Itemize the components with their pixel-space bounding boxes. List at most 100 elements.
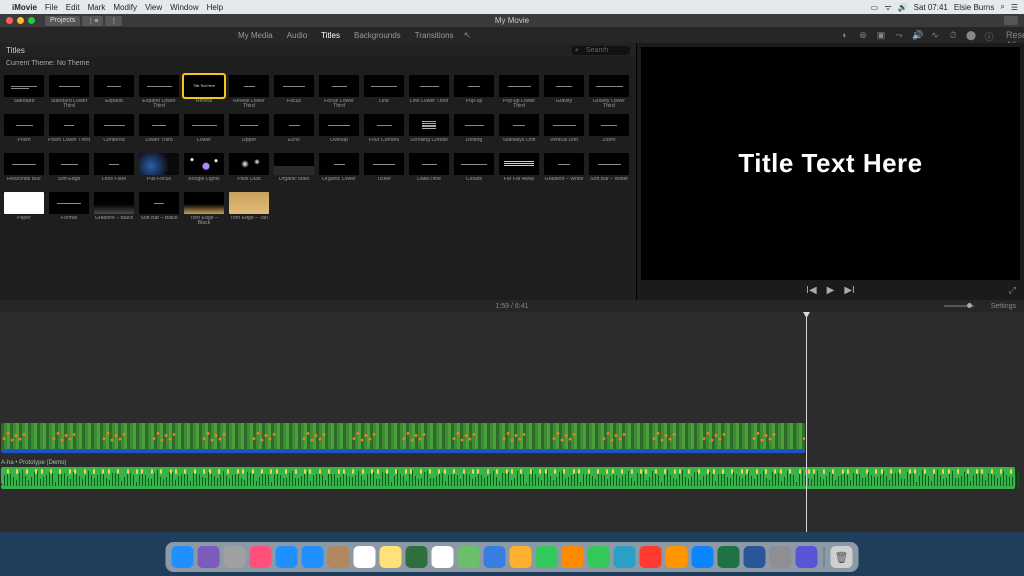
title-item[interactable]: Title Text HereReveal bbox=[184, 75, 224, 110]
title-thumbnail[interactable] bbox=[94, 192, 134, 214]
title-item[interactable]: Line bbox=[364, 75, 404, 110]
title-thumbnail[interactable] bbox=[364, 153, 404, 175]
title-item[interactable]: Vertical Drift bbox=[544, 114, 584, 149]
next-frame-button[interactable]: ▶I bbox=[844, 285, 854, 296]
title-thumbnail[interactable] bbox=[454, 75, 494, 97]
menu-view[interactable]: View bbox=[145, 3, 162, 12]
dock-app-calendar[interactable] bbox=[354, 546, 376, 568]
info-tool-icon[interactable]: ⓘ bbox=[984, 30, 994, 40]
title-thumbnail[interactable] bbox=[184, 153, 224, 175]
crop-icon[interactable]: ▣ bbox=[876, 30, 886, 40]
search-input[interactable]: Search bbox=[572, 46, 630, 55]
dock-app-safari-compass[interactable] bbox=[198, 546, 220, 568]
dock-app-facetime[interactable] bbox=[588, 546, 610, 568]
title-item[interactable]: Standard bbox=[4, 75, 44, 110]
dock-app-maps[interactable] bbox=[458, 546, 480, 568]
title-thumbnail[interactable] bbox=[229, 114, 269, 136]
title-thumbnail[interactable] bbox=[139, 192, 179, 214]
title-thumbnail[interactable] bbox=[274, 153, 314, 175]
preview-canvas[interactable]: Title Text Here bbox=[641, 47, 1020, 280]
stabilize-icon[interactable]: ⤳ bbox=[894, 30, 904, 40]
filter-tool-icon[interactable]: ⬤ bbox=[966, 30, 976, 40]
title-item[interactable]: Line Lower Third bbox=[409, 75, 449, 110]
title-thumbnail[interactable] bbox=[49, 75, 89, 97]
dock-app-clock[interactable] bbox=[406, 546, 428, 568]
noise-tool-icon[interactable]: ∿ bbox=[930, 30, 940, 40]
title-thumbnail[interactable] bbox=[94, 153, 134, 175]
title-thumbnail[interactable] bbox=[319, 153, 359, 175]
menubar-user[interactable]: Elsie Burns bbox=[954, 3, 994, 12]
minimize-window-button[interactable] bbox=[17, 17, 24, 24]
title-item[interactable]: Expand Lower Third bbox=[139, 75, 179, 110]
title-thumbnail[interactable] bbox=[499, 75, 539, 97]
dock-app-photos[interactable] bbox=[250, 546, 272, 568]
title-item[interactable]: Boogie Lights bbox=[184, 153, 224, 188]
menu-mark[interactable]: Mark bbox=[88, 3, 106, 12]
title-item[interactable]: Gravity Lower Third bbox=[589, 75, 629, 110]
dock-app-help[interactable] bbox=[770, 546, 792, 568]
title-thumbnail[interactable] bbox=[229, 192, 269, 214]
title-thumbnail[interactable] bbox=[49, 192, 89, 214]
title-item[interactable]: Sideways Drift bbox=[499, 114, 539, 149]
title-item[interactable]: Echo bbox=[274, 114, 314, 149]
title-thumbnail[interactable] bbox=[364, 114, 404, 136]
timeline[interactable]: A-ha • Prototype (Demo) bbox=[0, 312, 1024, 532]
title-thumbnail[interactable] bbox=[544, 153, 584, 175]
title-item[interactable]: Date/Time bbox=[409, 153, 449, 188]
dock-app-finder[interactable] bbox=[172, 546, 194, 568]
speed-tool-icon[interactable]: ⏱ bbox=[948, 30, 958, 40]
title-thumbnail[interactable] bbox=[4, 114, 44, 136]
reset-all-button[interactable]: Reset All bbox=[1006, 30, 1016, 40]
title-thumbnail[interactable] bbox=[589, 114, 629, 136]
menu-window[interactable]: Window bbox=[170, 3, 198, 12]
dock-app-safari[interactable] bbox=[276, 546, 298, 568]
title-thumbnail[interactable] bbox=[184, 114, 224, 136]
title-item[interactable]: Organic Lower bbox=[319, 153, 359, 188]
title-item[interactable]: Formal bbox=[49, 192, 89, 227]
dock-app-excel[interactable] bbox=[718, 546, 740, 568]
dock-app-app2[interactable] bbox=[614, 546, 636, 568]
dock-app-photobooth[interactable] bbox=[510, 546, 532, 568]
title-item[interactable]: Reveal Lower Third bbox=[229, 75, 269, 110]
dock-app-mail[interactable] bbox=[302, 546, 324, 568]
title-thumbnail[interactable] bbox=[499, 153, 539, 175]
title-thumbnail[interactable] bbox=[229, 75, 269, 97]
notification-center-icon[interactable]: ☰ bbox=[1011, 3, 1018, 12]
prev-frame-button[interactable]: I◀ bbox=[806, 285, 816, 296]
title-item[interactable]: Centered bbox=[94, 114, 134, 149]
title-thumbnail[interactable] bbox=[229, 153, 269, 175]
title-item[interactable]: Lens Flare bbox=[94, 153, 134, 188]
title-item[interactable]: Pull Focus bbox=[139, 153, 179, 188]
title-item[interactable]: Ticker bbox=[364, 153, 404, 188]
title-thumbnail[interactable] bbox=[139, 75, 179, 97]
title-item[interactable]: Torn Edge – Black bbox=[184, 192, 224, 227]
title-thumbnail[interactable] bbox=[409, 153, 449, 175]
title-thumbnail[interactable] bbox=[184, 192, 224, 214]
title-item[interactable]: Far Far Away bbox=[499, 153, 539, 188]
title-thumbnail[interactable] bbox=[499, 114, 539, 136]
dock-app-reminders[interactable] bbox=[432, 546, 454, 568]
menubar-app-name[interactable]: iMovie bbox=[12, 3, 37, 12]
dock-app-launchpad[interactable] bbox=[224, 546, 246, 568]
dock-trash[interactable]: 🗑 bbox=[831, 546, 853, 568]
title-item[interactable]: Expand bbox=[94, 75, 134, 110]
library-segment-2[interactable]: ⋮ bbox=[105, 16, 122, 26]
title-thumbnail[interactable] bbox=[589, 153, 629, 175]
dock-app-music[interactable] bbox=[640, 546, 662, 568]
dock-app-vlc[interactable] bbox=[562, 546, 584, 568]
menu-help[interactable]: Help bbox=[207, 3, 223, 12]
title-item[interactable]: Torn Edge – Tan bbox=[229, 192, 269, 227]
title-thumbnail[interactable] bbox=[4, 192, 44, 214]
audio-clip[interactable] bbox=[1, 467, 1015, 489]
playhead[interactable] bbox=[806, 312, 807, 532]
title-thumbnail[interactable]: Title Text Here bbox=[184, 75, 224, 97]
title-thumbnail[interactable] bbox=[94, 75, 134, 97]
title-thumbnail[interactable] bbox=[274, 75, 314, 97]
tab-my-media[interactable]: My Media bbox=[238, 31, 273, 40]
title-thumbnail[interactable] bbox=[139, 153, 179, 175]
title-item[interactable]: Gradient – Black bbox=[94, 192, 134, 227]
title-item[interactable]: Soft Bar – Black bbox=[139, 192, 179, 227]
library-segment[interactable]: ⋮≡ bbox=[82, 16, 103, 26]
dock-app-app1[interactable] bbox=[484, 546, 506, 568]
dock-app-appstore[interactable] bbox=[692, 546, 714, 568]
